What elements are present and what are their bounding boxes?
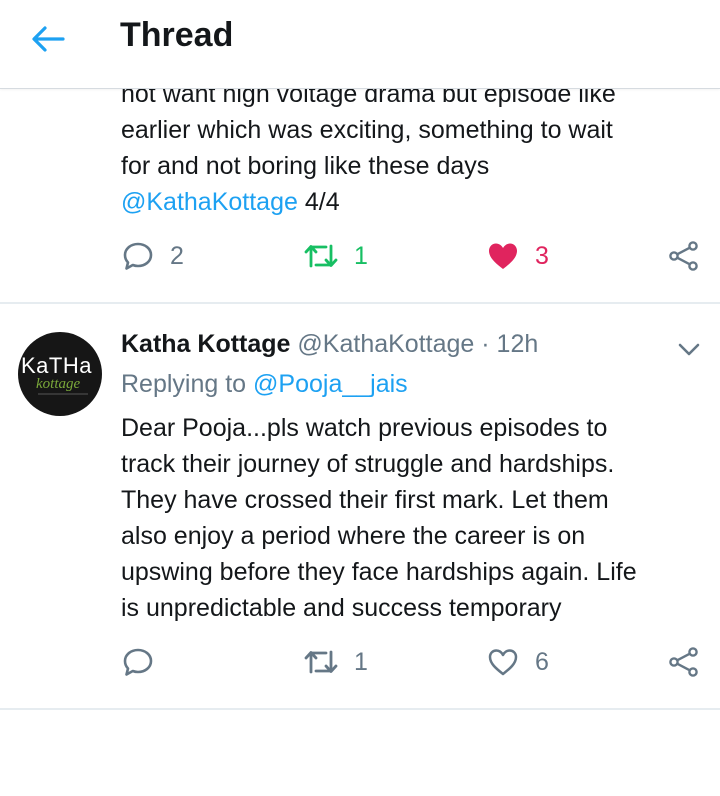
tweet-text-line: @KathaKottage 4/4 [121, 184, 701, 220]
retweet-button[interactable]: 1 [304, 642, 368, 682]
retweet-count: 1 [354, 647, 368, 676]
avatar-logo-text: KaTHa [21, 353, 92, 378]
reply-icon [123, 242, 153, 270]
mention-link[interactable]: @KathaKottage [121, 188, 298, 216]
tweet-actions: 2 1 3 [0, 236, 720, 276]
tweet-suffix: 4/4 [297, 188, 340, 216]
tweet-separator [0, 708, 720, 710]
avatar-logo-script: kottage [36, 376, 80, 392]
reply-icon [123, 648, 153, 676]
tweet-text-line: also enjoy a period where the career is … [121, 522, 586, 550]
retweet-icon [304, 650, 338, 674]
retweet-icon [304, 244, 338, 268]
app-header: Thread [0, 0, 720, 89]
tweet-text-line: track their journey of struggle and hard… [121, 450, 615, 478]
tweet-text-line: earlier which was exciting, something to… [121, 116, 613, 144]
reply-button[interactable] [122, 642, 170, 682]
back-arrow-icon [32, 26, 65, 52]
separator-dot: · [474, 330, 497, 358]
katha-kottage-logo-icon: KaTHa kottage [21, 353, 92, 395]
retweet-count: 1 [354, 241, 368, 270]
tweet-user-line: Katha Kottage @KathaKottage · 12h [121, 330, 538, 359]
tweet-menu-button[interactable] [676, 336, 702, 362]
heart-filled-icon [489, 243, 517, 269]
tweet-text: not want high voltage drama but episode … [121, 76, 701, 220]
tweet-text-line: They have crossed their first mark. Let … [121, 486, 609, 514]
user-handle[interactable]: @KathaKottage [297, 330, 474, 358]
like-button[interactable]: 3 [487, 236, 549, 276]
retweet-button[interactable]: 1 [304, 236, 368, 276]
tweet-text-line: upswing before they face hardships again… [121, 558, 637, 586]
share-button[interactable] [668, 642, 700, 682]
reply-count: 2 [170, 241, 184, 270]
like-count: 6 [535, 647, 549, 676]
tweet-text-line: for and not boring like these days [121, 152, 490, 180]
tweet-text-line: Dear Pooja...pls watch previous episodes… [121, 414, 608, 442]
display-name[interactable]: Katha Kottage [121, 330, 290, 358]
page-title: Thread [120, 16, 234, 54]
like-count: 3 [535, 241, 549, 270]
tweet-text: Dear Pooja...pls watch previous episodes… [121, 410, 701, 626]
like-button[interactable]: 6 [487, 642, 549, 682]
replying-to-link[interactable]: @Pooja__jais [253, 370, 408, 398]
back-button[interactable] [28, 22, 68, 56]
share-icon [669, 241, 698, 271]
replying-to-line: Replying to @Pooja__jais [121, 370, 408, 399]
share-button[interactable] [668, 236, 700, 276]
replying-to-label: Replying to [121, 370, 254, 398]
reply-button[interactable]: 2 [122, 236, 184, 276]
tweet-actions: 1 6 [0, 642, 720, 682]
chevron-down-icon [678, 343, 700, 356]
heart-outline-icon [488, 649, 518, 676]
share-icon [669, 647, 698, 677]
tweet-text-line: is unpredictable and success temporary [121, 594, 562, 622]
timestamp: 12h [496, 330, 539, 358]
avatar[interactable]: KaTHa kottage [18, 332, 102, 416]
tweet-separator [0, 302, 720, 304]
